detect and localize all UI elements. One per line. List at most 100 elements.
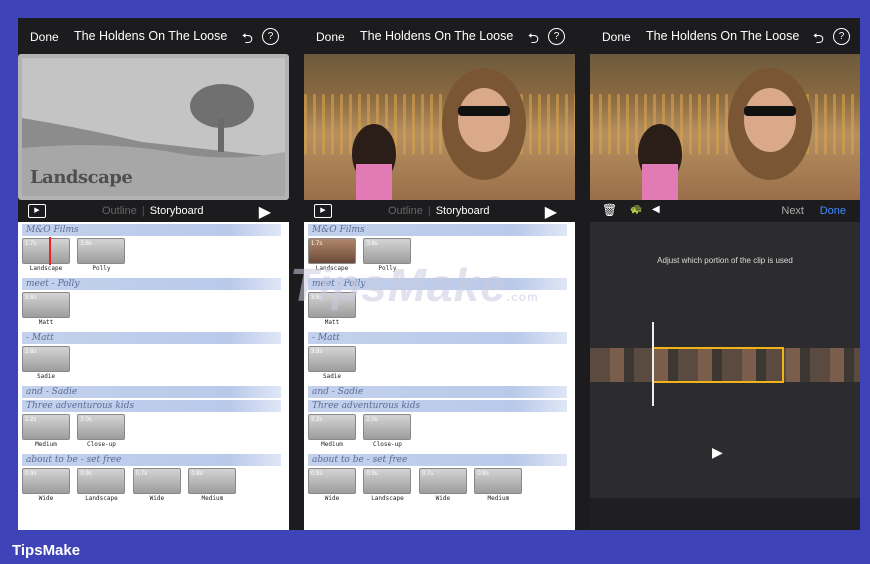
clip-duration: 3.8s <box>25 295 37 301</box>
watermark-suffix: .com <box>506 290 539 304</box>
clip-tile[interactable]: 2.2s Medium <box>308 414 356 452</box>
segment-separator: | <box>427 205 431 217</box>
done-button[interactable]: Done <box>602 30 631 44</box>
tab-outline[interactable]: Outline <box>388 205 423 217</box>
title-header[interactable]: - Matt <box>308 332 567 344</box>
video-preview <box>590 54 860 200</box>
clip-tile[interactable]: 0.9s Wide <box>22 468 70 506</box>
volume-icon[interactable]: ◀ <box>652 204 660 215</box>
playhead[interactable] <box>652 322 654 406</box>
clip-tile[interactable]: 0.8s Medium <box>474 468 523 506</box>
help-icon[interactable]: ? <box>262 28 279 45</box>
project-title: The Holdens On The Loose <box>646 29 800 43</box>
clip-tile[interactable]: 0.7s Wide <box>132 468 181 506</box>
undo-icon[interactable]: ⮌ <box>813 28 824 52</box>
slow-motion-icon[interactable]: 🐢 <box>630 204 642 215</box>
clip-caption: Landscape <box>85 495 118 502</box>
clip-duration: 2.2s <box>311 417 323 423</box>
clip-caption: Close-up <box>87 441 116 448</box>
clip-tile[interactable]: 3.8s Sadie <box>22 346 70 384</box>
clip-duration: 0.9s <box>80 471 92 477</box>
clip-tile[interactable]: 3.8s Matt <box>22 292 70 330</box>
trim-hint: Adjust which portion of the clip is used <box>657 256 793 265</box>
tab-outline[interactable]: Outline <box>102 205 137 217</box>
clip-tile[interactable]: 3.8s Polly <box>77 238 126 276</box>
footer-bar: TipsMake <box>0 532 870 564</box>
clip-tile[interactable]: 0.7s Wide <box>418 468 467 506</box>
title-header[interactable]: and - Sadie <box>308 386 567 398</box>
storyboard-toolbar: ▶ Outline | Storyboard ▶ <box>18 200 289 222</box>
clip-duration: 0.8s <box>477 471 489 477</box>
clip-duration: 2.0s <box>366 417 378 423</box>
clip-caption: Matt <box>38 319 54 326</box>
clip-edit-toolbar: 🗑 🐢 ◀ Next Done <box>590 200 860 222</box>
title-header[interactable]: Three adventurous kids <box>308 400 567 412</box>
clip-duration: 0.9s <box>25 471 37 477</box>
play-icon[interactable]: ▶ <box>259 202 271 222</box>
preview-toggle-icon[interactable]: ▶ <box>314 204 332 218</box>
project-title: The Holdens On The Loose <box>360 29 514 43</box>
title-header[interactable]: meet - Polly <box>22 278 281 290</box>
clip-row: 0.9s Wide 0.9s Landscape 0.7s Wide 0.8s Medi… <box>308 468 575 506</box>
trim-selection-handles[interactable] <box>652 347 784 383</box>
clip-tile[interactable]: 1.7s Landscape <box>22 237 70 276</box>
video-frame-illustration <box>352 68 526 200</box>
help-icon[interactable]: ? <box>833 28 850 45</box>
trash-icon[interactable]: 🗑 <box>602 203 617 217</box>
title-header[interactable]: and - Sadie <box>22 386 281 398</box>
undo-icon[interactable]: ⮌ <box>528 28 539 52</box>
clip-tile[interactable]: 0.9s Landscape <box>77 468 126 506</box>
top-bar: Done The Holdens On The Loose ⮌ ? <box>304 18 575 54</box>
clip-tile[interactable]: 2.0s Close-up <box>363 414 412 452</box>
clip-caption: Medium <box>321 441 343 448</box>
title-header[interactable]: about to be - set free <box>22 454 281 466</box>
clip-tile[interactable]: 0.9s Landscape <box>363 468 412 506</box>
title-header[interactable]: M&O Films <box>308 224 567 236</box>
clip-duration: 3.8s <box>311 349 323 355</box>
tab-storyboard[interactable]: Storyboard <box>436 205 490 217</box>
view-segment: Outline | Storyboard <box>388 205 538 217</box>
title-header[interactable]: - Matt <box>22 332 281 344</box>
bottom-spacer <box>590 498 860 530</box>
clip-tile[interactable]: 2.2s Medium <box>22 414 70 452</box>
done-button[interactable]: Done <box>30 30 59 44</box>
clip-caption: Wide <box>149 495 165 502</box>
clip-duration: 2.2s <box>25 417 37 423</box>
clip-caption: Close-up <box>373 441 402 448</box>
clip-duration: 3.8s <box>366 241 378 247</box>
clip-caption: Wide <box>435 495 451 502</box>
clip-row: 1.7s Landscape 3.8s Polly <box>22 237 289 276</box>
play-icon[interactable]: ▶ <box>545 202 557 222</box>
top-bar: Done The Holdens On The Loose ⮌ ? <box>590 18 860 54</box>
clip-caption: Matt <box>324 319 340 326</box>
clip-caption: Wide <box>38 495 54 502</box>
clip-caption: Landscape <box>29 265 63 272</box>
clip-duration: 0.9s <box>311 471 323 477</box>
tab-storyboard[interactable]: Storyboard <box>150 205 204 217</box>
clip-caption: Wide <box>324 495 340 502</box>
clip-caption: Polly <box>92 265 111 272</box>
clip-tile[interactable]: 0.9s Wide <box>308 468 356 506</box>
panel-landscape: Done The Holdens On The Loose ⮌ ? Landsc… <box>18 18 289 530</box>
undo-icon[interactable]: ⮌ <box>242 28 253 52</box>
help-icon[interactable]: ? <box>548 28 565 45</box>
title-header[interactable]: Three adventurous kids <box>22 400 281 412</box>
clip-duration: 1.7s <box>25 241 37 247</box>
clip-tile[interactable]: 0.8s Medium <box>188 468 237 506</box>
segment-separator: | <box>141 205 145 217</box>
done-edit-button[interactable]: Done <box>820 205 846 217</box>
title-header[interactable]: about to be - set free <box>308 454 567 466</box>
clip-tile[interactable]: 2.0s Close-up <box>77 414 126 452</box>
view-segment: Outline | Storyboard <box>102 205 252 217</box>
preview-toggle-icon[interactable]: ▶ <box>28 204 46 218</box>
clip-caption: Medium <box>201 495 224 502</box>
next-button[interactable]: Next <box>781 205 804 217</box>
clip-duration: 3.8s <box>80 241 92 247</box>
done-button[interactable]: Done <box>316 30 345 44</box>
clip-row: 3.8s Matt <box>22 292 289 330</box>
title-header[interactable]: M&O Films <box>22 224 281 236</box>
insertion-marker <box>49 237 51 265</box>
play-icon[interactable]: ▶ <box>712 444 723 461</box>
clip-tile[interactable]: 3.8s Sadie <box>308 346 356 384</box>
clip-row: 2.2s Medium 2.0s Close-up <box>308 414 575 452</box>
